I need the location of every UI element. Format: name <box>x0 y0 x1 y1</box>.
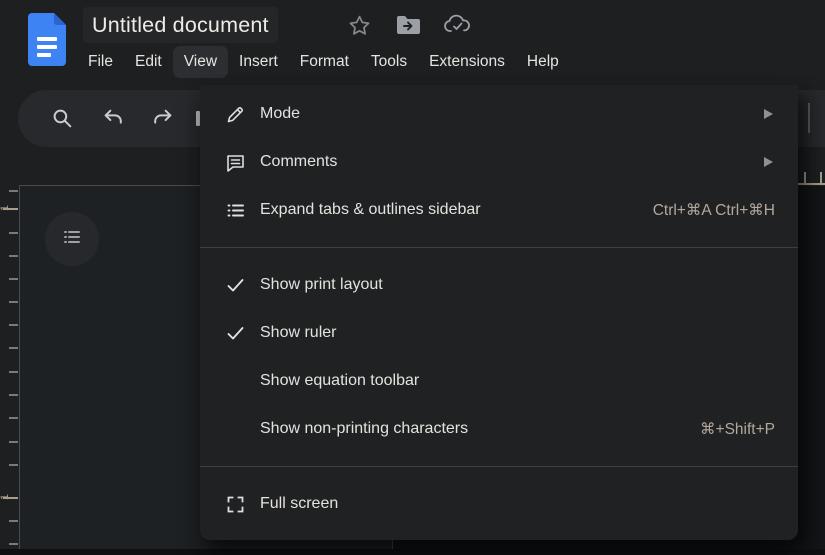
menu-item-label: Show print layout <box>260 276 798 294</box>
ruler-tick <box>9 278 18 280</box>
checkmark-icon <box>223 275 247 296</box>
ruler-tick <box>804 172 806 183</box>
menu-item-shortcut: ⌘+Shift+P <box>700 420 775 439</box>
ruler-tick <box>9 417 18 419</box>
ruler-tick <box>9 324 18 326</box>
menu-tools[interactable]: Tools <box>360 46 418 78</box>
menu-insert[interactable]: Insert <box>228 46 289 78</box>
ruler-tick <box>9 190 18 192</box>
menu-format[interactable]: Format <box>289 46 360 78</box>
google-docs-logo-icon[interactable] <box>28 13 66 66</box>
menu-item-label: Mode <box>260 105 764 123</box>
fullscreen-icon <box>223 494 247 515</box>
undo-icon[interactable] <box>101 106 126 136</box>
menu-item-shortcut: Ctrl+⌘A Ctrl+⌘H <box>653 201 775 220</box>
ruler-tick <box>9 371 18 373</box>
menu-item-show-equation-toolbar[interactable]: Show equation toolbar <box>200 357 798 405</box>
window-bottom-shade <box>0 549 825 555</box>
menu-view[interactable]: View <box>173 46 228 78</box>
menu-item-label: Show equation toolbar <box>260 372 798 390</box>
ruler-major-tick <box>3 497 18 499</box>
menu-item-label: Comments <box>260 153 764 171</box>
ruler-tick <box>9 394 18 396</box>
ruler-tick <box>9 301 18 303</box>
ruler-tick <box>9 232 18 234</box>
menu-item-mode[interactable]: Mode <box>200 90 798 138</box>
horizontal-ruler <box>798 183 825 185</box>
menu-divider <box>200 247 798 248</box>
outline-list-icon <box>61 226 83 253</box>
menu-file[interactable]: File <box>77 46 124 78</box>
ruler-tick <box>820 172 822 183</box>
menu-divider <box>200 466 798 467</box>
checkmark-icon <box>223 323 247 344</box>
comments-icon <box>223 152 247 173</box>
ruler-tick <box>9 520 18 522</box>
search-icon[interactable] <box>50 106 75 136</box>
cloud-saved-icon[interactable] <box>443 13 472 42</box>
document-title[interactable]: Untitled document <box>83 7 278 43</box>
menu-extensions[interactable]: Extensions <box>418 46 516 78</box>
menu-edit[interactable]: Edit <box>124 46 173 78</box>
menu-item-comments[interactable]: Comments <box>200 138 798 186</box>
view-menu-dropdown: Mode Comments Expand tabs & outlines sid… <box>200 85 798 540</box>
ruler-tick <box>9 543 18 545</box>
star-icon[interactable] <box>347 13 372 43</box>
menu-item-show-non-printing-characters[interactable]: Show non-printing characters ⌘+Shift+P <box>200 405 798 453</box>
list-toc-icon <box>223 200 247 221</box>
menu-item-label: Expand tabs & outlines sidebar <box>260 201 653 219</box>
menu-item-show-ruler[interactable]: Show ruler <box>200 309 798 357</box>
ruler-tick <box>9 464 18 466</box>
ruler-tick <box>9 255 18 257</box>
menu-bar: File Edit View Insert Format Tools Exten… <box>77 45 570 78</box>
pencil-icon <box>223 104 247 125</box>
menu-item-expand-tabs-outlines[interactable]: Expand tabs & outlines sidebar Ctrl+⌘A C… <box>200 186 798 234</box>
menu-item-label: Show non-printing characters <box>260 420 700 438</box>
move-to-folder-icon[interactable] <box>395 14 422 43</box>
ruler-tick <box>9 347 18 349</box>
document-outline-button[interactable] <box>45 212 99 266</box>
submenu-arrow-icon <box>764 109 773 119</box>
menu-item-full-screen[interactable]: Full screen <box>200 480 798 528</box>
submenu-arrow-icon <box>764 157 773 167</box>
redo-icon[interactable] <box>150 106 175 136</box>
ruler-major-tick <box>3 208 18 210</box>
ruler-tick <box>9 441 18 443</box>
menu-help[interactable]: Help <box>516 46 570 78</box>
toolbar-divider <box>808 103 810 133</box>
menu-item-label: Full screen <box>260 495 798 513</box>
menu-item-show-print-layout[interactable]: Show print layout <box>200 261 798 309</box>
menu-item-label: Show ruler <box>260 324 798 342</box>
